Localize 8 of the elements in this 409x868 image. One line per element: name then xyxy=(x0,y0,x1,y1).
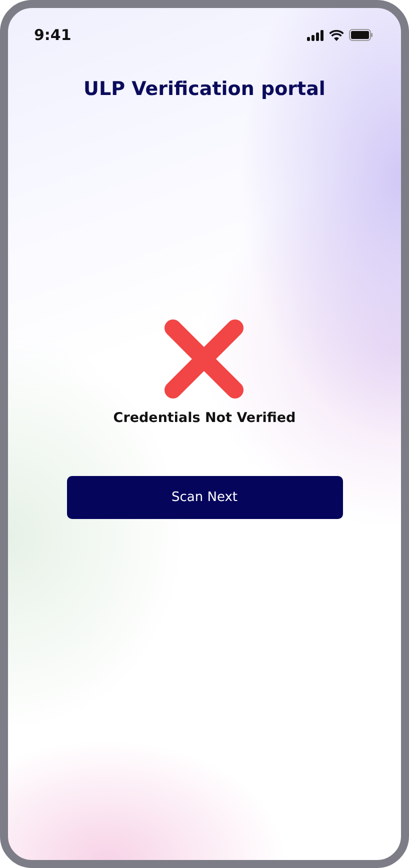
battery-icon xyxy=(349,29,373,41)
scan-next-button[interactable]: Scan Next xyxy=(66,476,342,519)
cross-icon xyxy=(163,318,246,400)
result-message: Credentials Not Verified xyxy=(113,410,296,426)
page-title: ULP Verification portal xyxy=(84,78,326,100)
wifi-icon xyxy=(329,30,344,40)
status-time: 9:41 xyxy=(34,26,72,44)
signal-icon xyxy=(307,30,324,40)
